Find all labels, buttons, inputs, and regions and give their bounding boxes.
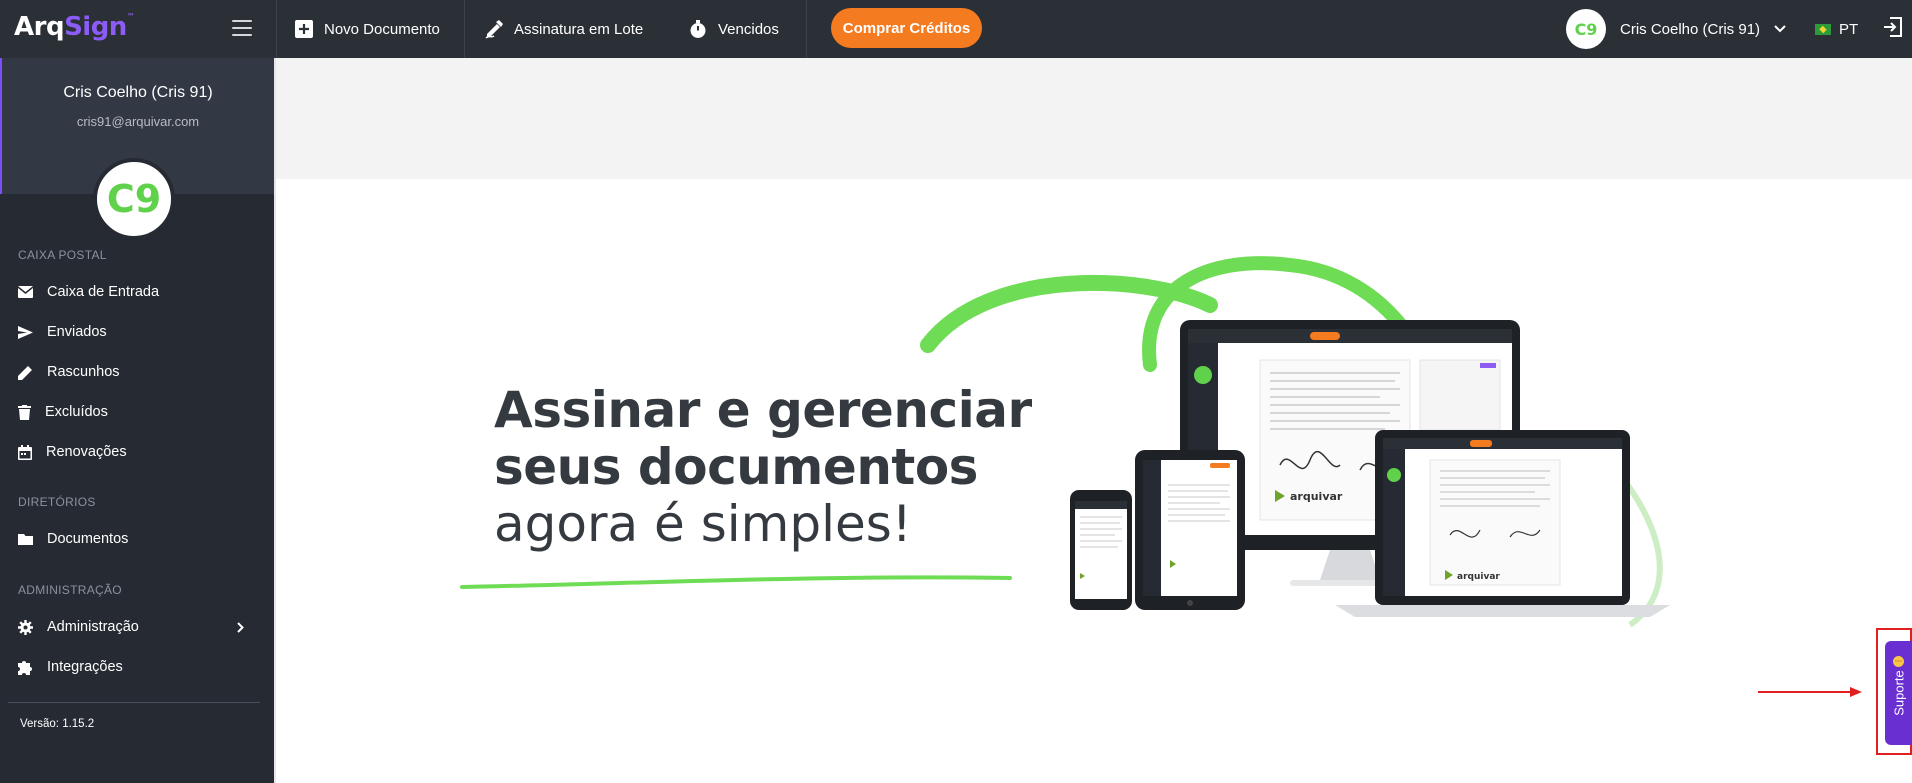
sidebar-item-label: Enviados xyxy=(47,324,107,340)
sidebar-item-label: Excluídos xyxy=(45,404,108,420)
support-button[interactable]: Suporte xyxy=(1885,641,1912,745)
language-selector[interactable]: PT xyxy=(1815,0,1858,58)
profile-email: cris91@arquivar.com xyxy=(76,114,200,129)
menu-toggle-icon[interactable] xyxy=(232,20,252,36)
profile-avatar[interactable]: C9 xyxy=(93,158,175,240)
sidebar-item-label: Administração xyxy=(47,619,139,635)
section-title-mailbox: CAIXA POSTAL xyxy=(18,248,107,262)
sidebar-item-label: Documentos xyxy=(47,531,129,547)
avatar: C9 xyxy=(1566,9,1606,49)
expired-label: Vencidos xyxy=(718,20,779,38)
user-name: Cris Coelho (Cris 91) xyxy=(1620,20,1761,38)
sidebar-divider xyxy=(8,702,260,703)
sidebar-item-drafts[interactable]: Rascunhos xyxy=(0,354,274,390)
sidebar-item-renewals[interactable]: Renovações xyxy=(0,434,274,470)
pen-sign-icon xyxy=(484,19,504,39)
new-document-label: Novo Documento xyxy=(324,20,440,38)
new-document-button[interactable]: Novo Documento xyxy=(294,0,440,58)
logo-text-suffix: Sign xyxy=(64,12,127,42)
pencil-icon xyxy=(18,365,32,380)
sidebar: Cris Coelho (Cris 91) cris91@arquivar.co… xyxy=(0,58,274,783)
brazil-flag-icon xyxy=(1815,23,1831,35)
chevron-down-icon xyxy=(1774,20,1786,38)
puzzle-icon xyxy=(18,660,32,675)
sidebar-item-integrations[interactable]: Integrações xyxy=(0,649,274,685)
folder-icon xyxy=(18,534,33,545)
profile-name: Cris Coelho (Cris 91) xyxy=(63,84,213,101)
devices-brand-text: arquivar xyxy=(1290,490,1343,503)
sidebar-item-label: Renovações xyxy=(46,444,127,460)
hero-line-3: agora é simples! xyxy=(494,495,912,553)
stopwatch-icon xyxy=(688,19,708,39)
logo-trademark: ™ xyxy=(126,12,135,21)
section-title-administration: ADMINISTRAÇÃO xyxy=(18,583,122,597)
sidebar-item-deleted[interactable]: Excluídos xyxy=(0,394,274,430)
hand-wave-icon xyxy=(1893,656,1904,667)
hero-line-1: Assinar e gerenciar xyxy=(494,381,1032,439)
batch-signature-label: Assinatura em Lote xyxy=(514,20,644,38)
sidebar-item-sent[interactable]: Enviados xyxy=(0,314,274,350)
annotation-arrow xyxy=(1758,687,1862,697)
nav-divider xyxy=(806,0,807,58)
buy-credits-button[interactable]: Comprar Créditos xyxy=(831,8,982,48)
trash-icon xyxy=(18,404,31,420)
plus-square-icon xyxy=(294,19,314,39)
gear-icon xyxy=(18,619,33,635)
content-edge xyxy=(274,58,276,783)
hero-line-2: seus documentos xyxy=(494,438,978,496)
batch-signature-button[interactable]: Assinatura em Lote xyxy=(484,0,643,58)
sidebar-item-label: Rascunhos xyxy=(47,364,120,380)
arqsign-logo[interactable]: ArqSign™ xyxy=(14,12,135,42)
sidebar-item-documents[interactable]: Documentos xyxy=(0,521,274,557)
chevron-right-icon xyxy=(237,621,244,633)
sidebar-item-administration[interactable]: Administração xyxy=(0,609,274,645)
envelope-icon xyxy=(18,286,33,298)
hero-headline: Assinar e gerenciar seus documentos agor… xyxy=(494,382,1032,553)
section-title-directories: DIRETÓRIOS xyxy=(18,495,96,509)
nav-divider xyxy=(464,0,465,58)
sidebar-item-inbox[interactable]: Caixa de Entrada xyxy=(0,274,274,310)
expired-button[interactable]: Vencidos xyxy=(688,0,779,58)
logo-text-prefix: Arq xyxy=(14,12,65,42)
sidebar-item-label: Caixa de Entrada xyxy=(47,284,160,300)
sidebar-item-label: Integrações xyxy=(47,659,123,675)
top-bar: ArqSign™ Novo Documento Assinatura em Lo… xyxy=(0,0,1912,58)
nav-divider xyxy=(276,0,277,58)
calendar-icon xyxy=(18,444,32,460)
language-label: PT xyxy=(1839,20,1859,38)
devices-brand-text-laptop: arquivar xyxy=(1457,572,1500,582)
send-icon xyxy=(18,325,33,339)
support-label: Suporte xyxy=(1891,670,1906,716)
logout-icon[interactable] xyxy=(1882,16,1906,40)
version-label: Versão: 1.15.2 xyxy=(20,718,95,730)
user-menu[interactable]: C9 Cris Coelho (Cris 91) xyxy=(1566,9,1786,49)
main-header-band xyxy=(274,58,1912,179)
